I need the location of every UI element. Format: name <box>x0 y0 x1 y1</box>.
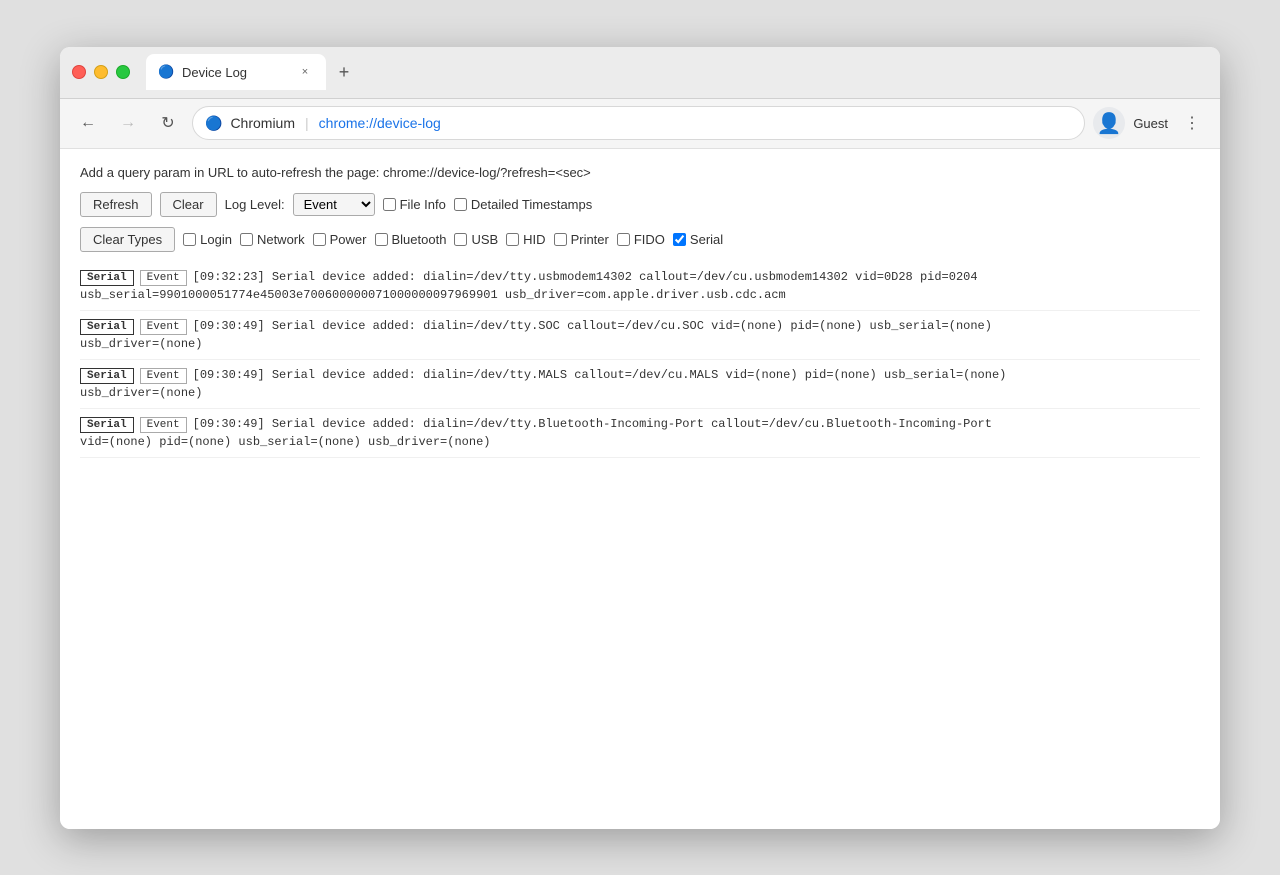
file-info-text: File Info <box>400 197 446 212</box>
refresh-button[interactable]: Refresh <box>80 192 152 217</box>
detailed-timestamps-checkbox[interactable] <box>454 198 467 211</box>
log-entry: Serial Event [09:32:23] Serial device adde… <box>80 268 1200 311</box>
log-tag: Serial <box>80 368 134 384</box>
maximize-traffic-light[interactable] <box>116 65 130 79</box>
type-checkbox-label-usb[interactable]: USB <box>454 232 498 247</box>
title-bar: 🔵 Device Log × + <box>60 47 1220 99</box>
log-entry-text: [09:30:49] Serial device added: dialin=/… <box>193 366 1007 384</box>
address-path: chrome://device-log <box>319 115 441 131</box>
traffic-lights <box>72 65 130 79</box>
address-host: Chromium <box>230 115 295 131</box>
type-checkbox-label-power[interactable]: Power <box>313 232 367 247</box>
types-row: Clear Types Login Network Power Bluetooth US… <box>80 227 1200 252</box>
clear-types-button[interactable]: Clear Types <box>80 227 175 252</box>
address-separator: | <box>305 115 309 131</box>
file-info-label[interactable]: File Info <box>383 197 446 212</box>
type-checkbox-fido[interactable] <box>617 233 630 246</box>
tab-bar: 🔵 Device Log × + <box>146 54 1208 90</box>
log-entry-continuation: usb_driver=(none) <box>80 335 1200 353</box>
log-level-select[interactable]: Event Debug Info Warning Error <box>293 193 375 216</box>
type-checkbox-text-bluetooth: Bluetooth <box>392 232 447 247</box>
type-checkbox-label-login[interactable]: Login <box>183 232 232 247</box>
type-checkbox-label-hid[interactable]: HID <box>506 232 545 247</box>
type-checkboxes: Login Network Power Bluetooth USB HID Printer F… <box>183 232 723 247</box>
type-checkbox-text-network: Network <box>257 232 305 247</box>
tab-favicon: 🔵 <box>158 64 174 80</box>
tab-title: Device Log <box>182 65 288 80</box>
nav-actions: 👤 Guest ⋮ <box>1093 107 1208 139</box>
type-checkbox-bluetooth[interactable] <box>375 233 388 246</box>
type-checkbox-label-serial[interactable]: Serial <box>673 232 723 247</box>
reload-button[interactable]: ↻ <box>152 107 184 139</box>
log-tag: Serial <box>80 319 134 335</box>
log-entry-header: Serial Event [09:32:23] Serial device adde… <box>80 268 1200 286</box>
file-info-checkbox[interactable] <box>383 198 396 211</box>
type-checkbox-label-network[interactable]: Network <box>240 232 305 247</box>
address-bar[interactable]: 🔵 Chromium | chrome://device-log <box>192 106 1085 140</box>
type-checkbox-label-bluetooth[interactable]: Bluetooth <box>375 232 447 247</box>
type-checkbox-text-power: Power <box>330 232 367 247</box>
log-event-tag: Event <box>140 270 187 286</box>
browser-window: 🔵 Device Log × + ← → ↻ 🔵 Chromium | chro… <box>60 47 1220 829</box>
type-checkbox-usb[interactable] <box>454 233 467 246</box>
info-bar: Add a query param in URL to auto-refresh… <box>80 165 1200 180</box>
type-checkbox-power[interactable] <box>313 233 326 246</box>
log-tag: Serial <box>80 417 134 433</box>
close-traffic-light[interactable] <box>72 65 86 79</box>
type-checkbox-serial[interactable] <box>673 233 686 246</box>
type-checkbox-label-printer[interactable]: Printer <box>554 232 609 247</box>
log-tag: Serial <box>80 270 134 286</box>
type-checkbox-printer[interactable] <box>554 233 567 246</box>
log-entry: Serial Event [09:30:49] Serial device adde… <box>80 366 1200 409</box>
nav-bar: ← → ↻ 🔵 Chromium | chrome://device-log 👤… <box>60 99 1220 149</box>
page-content: Add a query param in URL to auto-refresh… <box>60 149 1220 829</box>
log-entry-continuation: vid=(none) pid=(none) usb_serial=(none) … <box>80 433 1200 451</box>
log-entry-text: [09:32:23] Serial device added: dialin=/… <box>193 268 978 286</box>
tab-close-button[interactable]: × <box>296 63 314 81</box>
log-entry-continuation: usb_serial=9901000051774e45003e700600000… <box>80 286 1200 304</box>
type-checkbox-login[interactable] <box>183 233 196 246</box>
log-entry-continuation: usb_driver=(none) <box>80 384 1200 402</box>
type-checkbox-text-login: Login <box>200 232 232 247</box>
minimize-traffic-light[interactable] <box>94 65 108 79</box>
new-tab-button[interactable]: + <box>330 58 358 86</box>
log-event-tag: Event <box>140 368 187 384</box>
log-entry: Serial Event [09:30:49] Serial device adde… <box>80 317 1200 360</box>
info-text: Add a query param in URL to auto-refresh… <box>80 165 591 180</box>
log-level-label: Log Level: <box>225 197 285 212</box>
log-entry-header: Serial Event [09:30:49] Serial device adde… <box>80 317 1200 335</box>
type-checkbox-network[interactable] <box>240 233 253 246</box>
detailed-timestamps-label[interactable]: Detailed Timestamps <box>454 197 592 212</box>
detailed-timestamps-text: Detailed Timestamps <box>471 197 592 212</box>
controls-row: Refresh Clear Log Level: Event Debug Inf… <box>80 192 1200 217</box>
back-button[interactable]: ← <box>72 107 104 139</box>
type-checkbox-hid[interactable] <box>506 233 519 246</box>
type-checkbox-text-printer: Printer <box>571 232 609 247</box>
log-event-tag: Event <box>140 319 187 335</box>
type-checkbox-text-usb: USB <box>471 232 498 247</box>
log-entries: Serial Event [09:32:23] Serial device adde… <box>80 268 1200 458</box>
active-tab[interactable]: 🔵 Device Log × <box>146 54 326 90</box>
type-checkbox-text-fido: FIDO <box>634 232 665 247</box>
log-entry-text: [09:30:49] Serial device added: dialin=/… <box>193 317 992 335</box>
user-label: Guest <box>1133 116 1168 131</box>
menu-button[interactable]: ⋮ <box>1176 107 1208 139</box>
forward-button[interactable]: → <box>112 107 144 139</box>
clear-button[interactable]: Clear <box>160 192 217 217</box>
type-checkbox-label-fido[interactable]: FIDO <box>617 232 665 247</box>
type-checkbox-text-hid: HID <box>523 232 545 247</box>
log-entry-header: Serial Event [09:30:49] Serial device adde… <box>80 415 1200 433</box>
log-entry: Serial Event [09:30:49] Serial device adde… <box>80 415 1200 458</box>
type-checkbox-text-serial: Serial <box>690 232 723 247</box>
address-favicon: 🔵 <box>205 115 222 132</box>
log-entry-text: [09:30:49] Serial device added: dialin=/… <box>193 415 992 433</box>
log-event-tag: Event <box>140 417 187 433</box>
user-avatar[interactable]: 👤 <box>1093 107 1125 139</box>
log-entry-header: Serial Event [09:30:49] Serial device adde… <box>80 366 1200 384</box>
